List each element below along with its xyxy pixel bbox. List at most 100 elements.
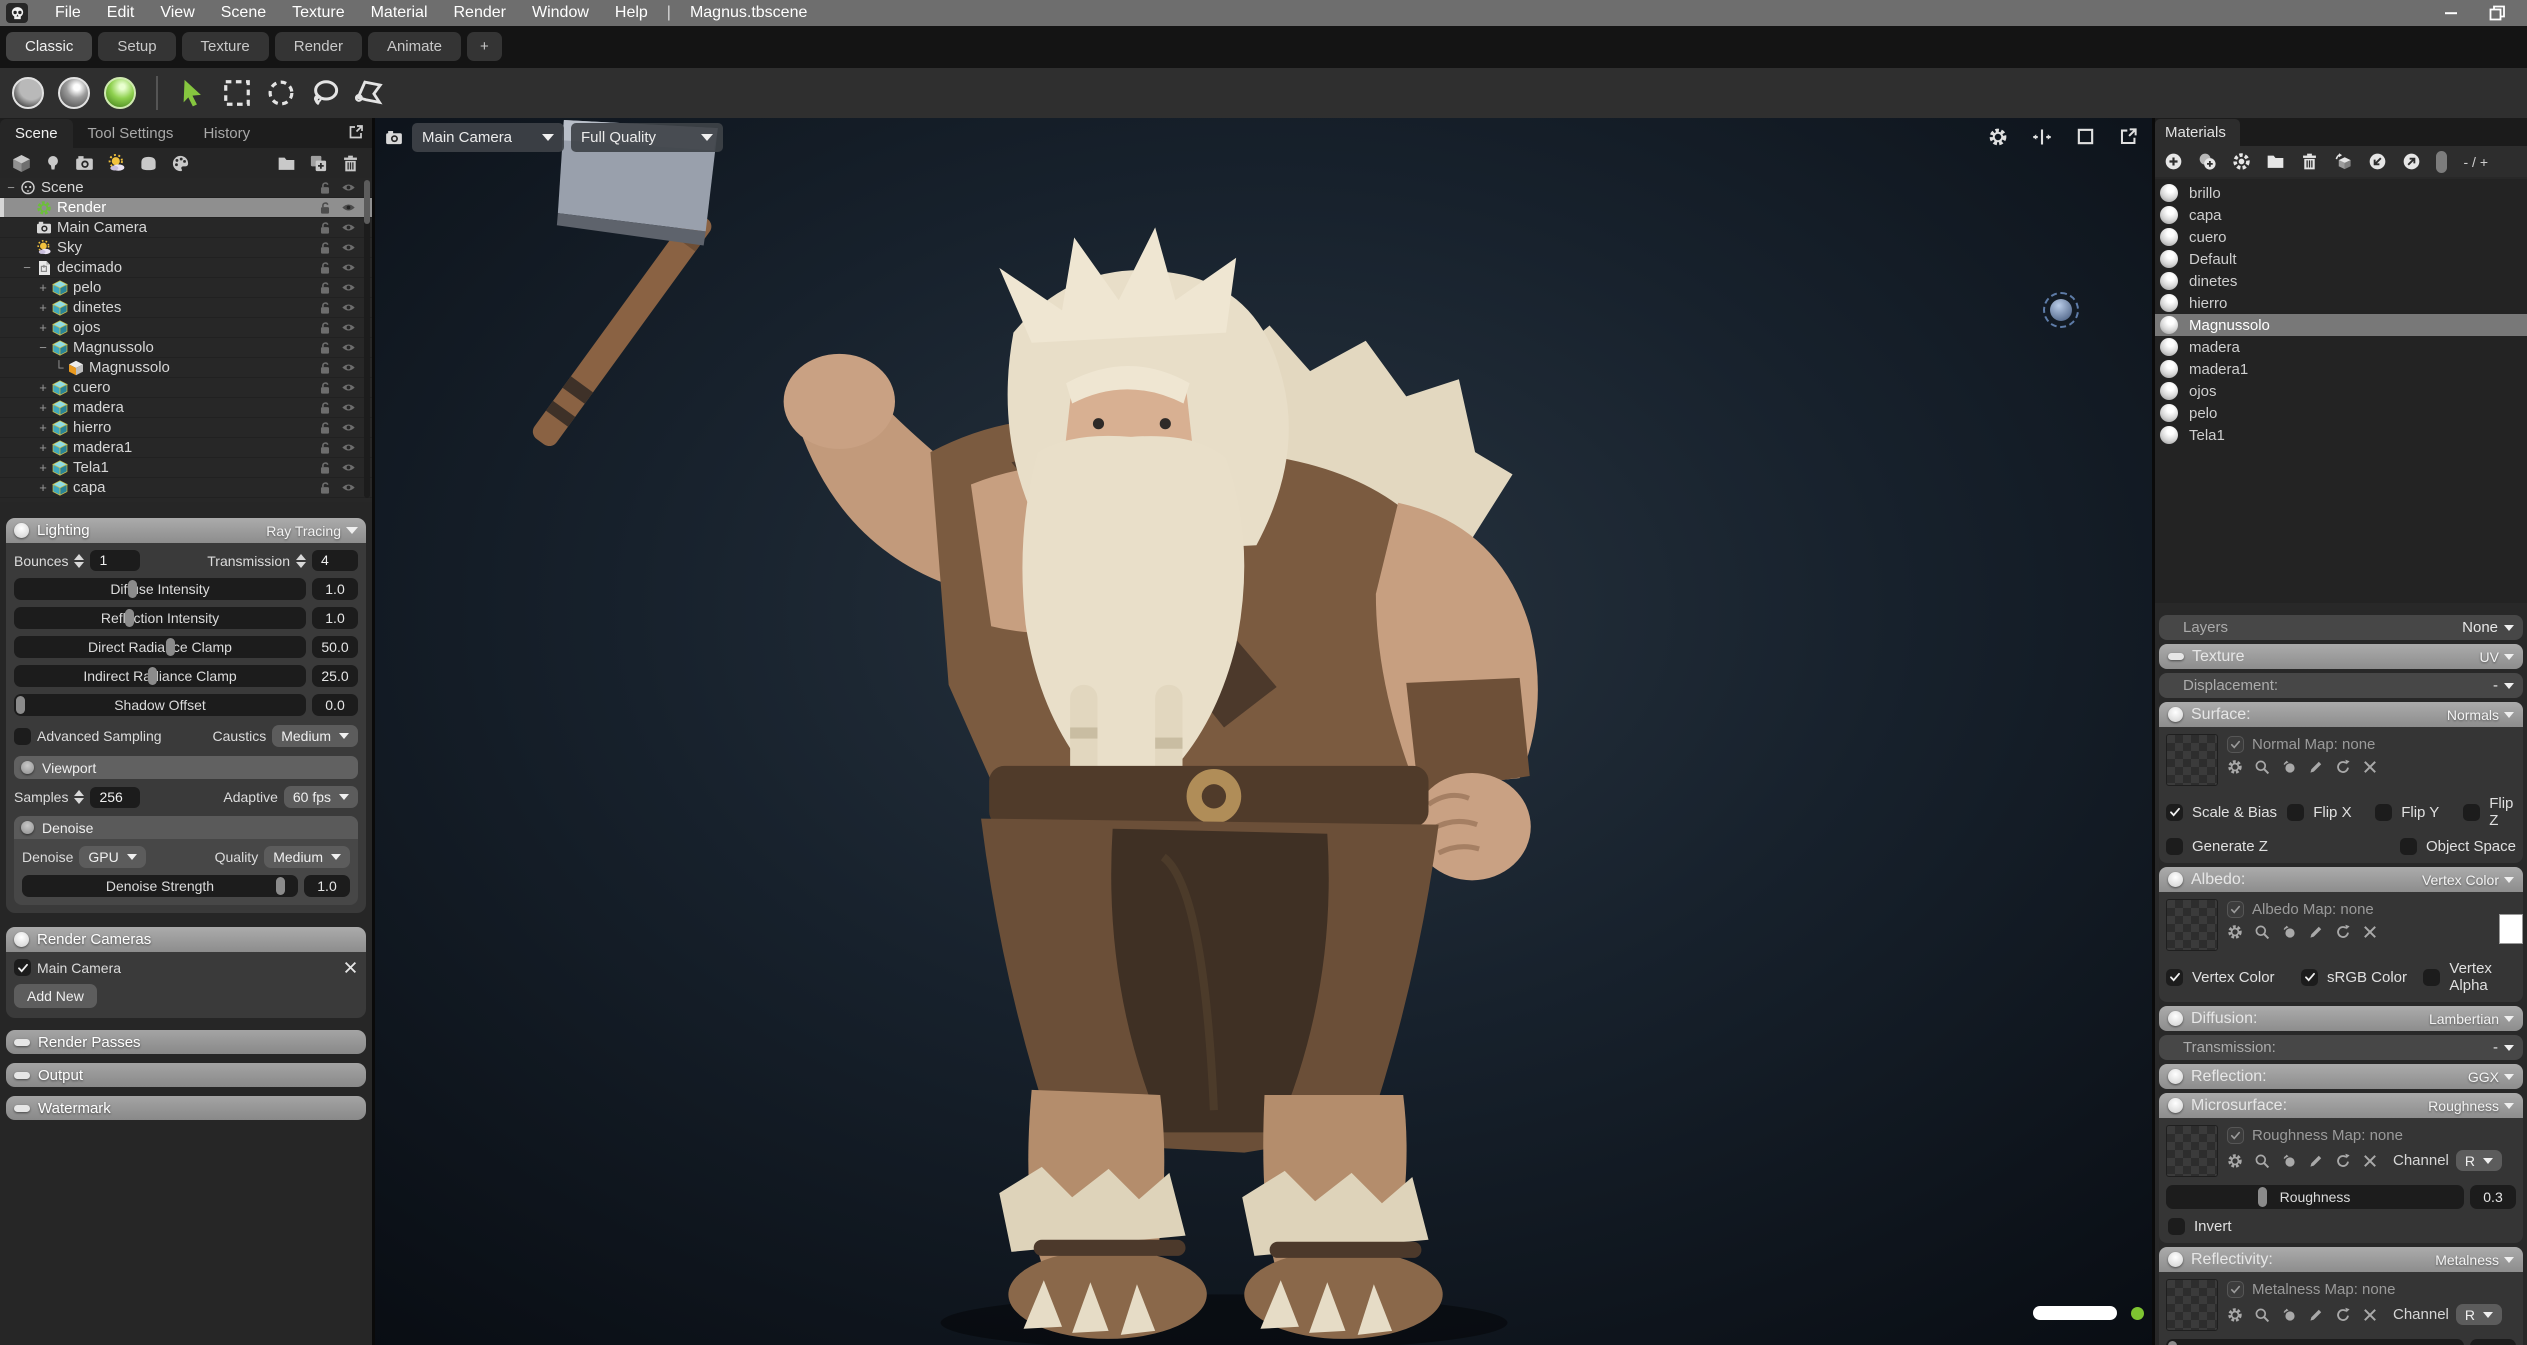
lock-icon[interactable]: [318, 201, 332, 215]
denoise-toggle[interactable]: [21, 821, 34, 834]
tab-materials[interactable]: Materials: [2155, 119, 2240, 146]
tree-row-capa[interactable]: + capa: [0, 478, 372, 498]
eye-icon[interactable]: [341, 380, 356, 395]
tab-scene[interactable]: Scene: [0, 119, 73, 148]
eye-icon[interactable]: [341, 440, 356, 455]
eye-icon[interactable]: [341, 300, 356, 315]
tree-row-dinetes[interactable]: + dinetes: [0, 298, 372, 318]
flat-shading-icon[interactable]: [12, 77, 44, 109]
lock-icon[interactable]: [318, 321, 332, 335]
viewport-settings-icon[interactable]: [1988, 127, 2008, 147]
export-material-icon[interactable]: [2402, 152, 2421, 171]
viewport-toggle[interactable]: [21, 761, 34, 774]
roughness-map-checkbox[interactable]: [2227, 1127, 2244, 1144]
output-header[interactable]: Output: [6, 1063, 366, 1087]
tab-tool-settings[interactable]: Tool Settings: [73, 119, 189, 148]
material-item-default[interactable]: Default: [2155, 248, 2527, 270]
tree-scrollbar[interactable]: [364, 180, 370, 498]
add-mesh-icon[interactable]: [12, 154, 31, 173]
transmission-row[interactable]: Transmission: -: [2159, 1035, 2523, 1060]
lock-icon[interactable]: [318, 281, 332, 295]
lighting-toggle[interactable]: [14, 523, 29, 538]
lock-icon[interactable]: [318, 341, 332, 355]
tab-add[interactable]: +: [467, 32, 502, 61]
normal-map-thumbnail[interactable]: [2166, 734, 2218, 786]
bounces-stepper[interactable]: [74, 554, 84, 568]
tree-row-ojos[interactable]: + ojos: [0, 318, 372, 338]
albedo-mode-dropdown[interactable]: Vertex Color: [2422, 872, 2514, 888]
shaded-view-icon[interactable]: [58, 77, 90, 109]
split-view-icon[interactable]: [2032, 127, 2052, 147]
texture-header[interactable]: Texture UV: [2159, 644, 2523, 669]
object-space-checkbox[interactable]: Object Space: [2400, 838, 2516, 855]
eye-icon[interactable]: [341, 340, 356, 355]
reflectivity-header[interactable]: Reflectivity: Metalness: [2159, 1247, 2523, 1272]
tree-row-magnussolo[interactable]: − Magnussolo: [0, 338, 372, 358]
roughness-map-thumbnail[interactable]: [2166, 1125, 2218, 1177]
viewport-camera-dropdown[interactable]: Main Camera: [412, 123, 564, 152]
material-item-magnussolo[interactable]: Magnussolo: [2155, 314, 2527, 336]
lock-icon[interactable]: [318, 181, 332, 195]
add-material-icon[interactable]: [2164, 152, 2183, 171]
eye-icon[interactable]: [341, 460, 356, 475]
microsurface-toggle[interactable]: [2168, 1098, 2183, 1113]
marquee-select-icon[interactable]: [222, 78, 252, 108]
direct-radiance-clamp-value[interactable]: 50.0: [312, 636, 358, 658]
watermark-header[interactable]: Watermark: [6, 1096, 366, 1120]
shadow-offset-slider[interactable]: Shadow Offset: [14, 694, 306, 716]
displacement-row[interactable]: Displacement: -: [2159, 673, 2523, 698]
srgb-color-checkbox[interactable]: sRGB Color: [2301, 969, 2414, 986]
tree-row-madera1[interactable]: + madera1: [0, 438, 372, 458]
diffusion-mode-dropdown[interactable]: Lambertian: [2429, 1011, 2514, 1027]
eye-icon[interactable]: [341, 360, 356, 375]
tree-row-pelo[interactable]: + pelo: [0, 278, 372, 298]
albedo-color-swatch[interactable]: [2499, 914, 2523, 944]
samples-input[interactable]: 256: [90, 787, 140, 808]
adaptive-dropdown[interactable]: 60 fps: [284, 786, 358, 808]
minimize-icon[interactable]: [2443, 5, 2459, 21]
map-reload-icon[interactable]: [2335, 1307, 2351, 1323]
import-material-icon[interactable]: [2368, 152, 2387, 171]
map-settings-icon[interactable]: [2227, 759, 2243, 775]
tree-row-render[interactable]: Render: [0, 198, 372, 218]
lock-icon[interactable]: [318, 401, 332, 415]
indirect-radiance-clamp-value[interactable]: 25.0: [312, 665, 358, 687]
delete-object-icon[interactable]: [341, 154, 360, 173]
lock-icon[interactable]: [318, 441, 332, 455]
tree-row-main-camera[interactable]: Main Camera: [0, 218, 372, 238]
denoise-quality-dropdown[interactable]: Medium: [264, 846, 350, 868]
albedo-map-checkbox[interactable]: [2227, 901, 2244, 918]
lock-icon[interactable]: [318, 241, 332, 255]
tree-row-decimado[interactable]: − decimado: [0, 258, 372, 278]
material-settings-icon[interactable]: [2232, 152, 2251, 171]
map-clear-icon[interactable]: [2362, 1153, 2378, 1169]
material-item-ojos[interactable]: ojos: [2155, 380, 2527, 402]
bounces-input[interactable]: 1: [90, 550, 140, 571]
microsurface-mode-dropdown[interactable]: Roughness: [2428, 1098, 2514, 1114]
map-edit-icon[interactable]: [2308, 1153, 2324, 1169]
shadow-offset-value[interactable]: 0.0: [312, 694, 358, 716]
tree-row-hierro[interactable]: + hierro: [0, 418, 372, 438]
reflectivity-mode-dropdown[interactable]: Metalness: [2435, 1252, 2514, 1268]
tab-animate[interactable]: Animate: [368, 32, 461, 61]
map-settings-icon[interactable]: [2227, 924, 2243, 940]
menu-edit[interactable]: Edit: [94, 4, 148, 22]
tree-row-madera[interactable]: + madera: [0, 398, 372, 418]
popout-viewport-icon[interactable]: [2119, 127, 2138, 147]
lock-icon[interactable]: [318, 381, 332, 395]
marmoset-logo-icon[interactable]: [6, 3, 28, 23]
add-light-icon[interactable]: [44, 154, 62, 172]
tab-render[interactable]: Render: [275, 32, 362, 61]
diffusion-toggle[interactable]: [2168, 1011, 2183, 1026]
denoise-device-dropdown[interactable]: GPU: [79, 846, 145, 868]
map-load-icon[interactable]: [2281, 924, 2297, 940]
select-arrow-icon[interactable]: [178, 78, 208, 108]
metalness-slider[interactable]: Metalness: [2166, 1339, 2464, 1345]
lock-icon[interactable]: [318, 421, 332, 435]
eye-icon[interactable]: [341, 480, 356, 495]
map-search-icon[interactable]: [2254, 1307, 2270, 1323]
viewport-quality-dropdown[interactable]: Full Quality: [571, 123, 723, 152]
diffuse-intensity-slider[interactable]: Diffuse Intensity: [14, 578, 306, 600]
maximize-viewport-icon[interactable]: [2076, 127, 2095, 147]
material-item-hierro[interactable]: hierro: [2155, 292, 2527, 314]
